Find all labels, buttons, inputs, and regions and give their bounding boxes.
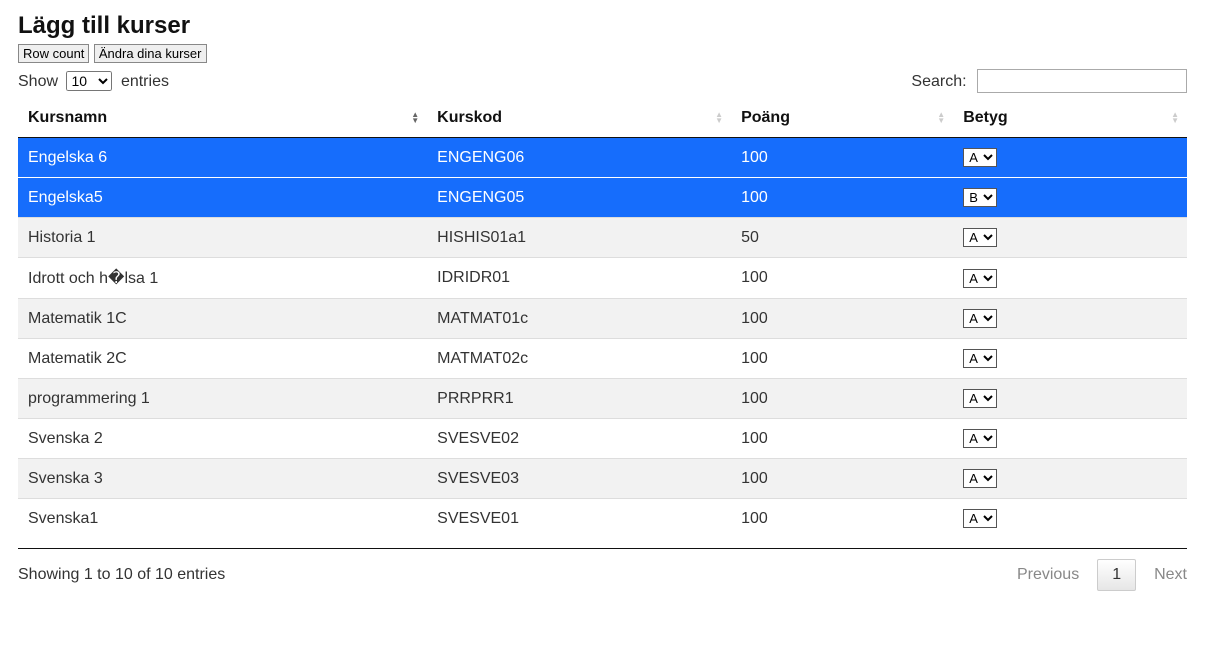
- cell-grade: ABCDEF: [953, 299, 1187, 339]
- col-header-code-label: Kurskod: [437, 109, 502, 126]
- table-row[interactable]: Svenska 3SVESVE03100 ABCDEF: [18, 459, 1187, 499]
- table-row[interactable]: Svenska 2SVESVE02100 ABCDEF: [18, 419, 1187, 459]
- search-control: Search:: [911, 69, 1187, 93]
- cell-grade: ABCDEF: [953, 459, 1187, 499]
- cell-code: SVESVE01: [427, 499, 731, 539]
- pager-page-current[interactable]: 1: [1097, 559, 1136, 591]
- col-header-grade[interactable]: Betyg ▲▼: [953, 99, 1187, 138]
- length-suffix: entries: [121, 73, 169, 90]
- cell-code: IDRIDR01: [427, 258, 731, 299]
- grade-select[interactable]: ABCDEF: [963, 309, 997, 328]
- cell-grade: ABCDEF: [953, 138, 1187, 178]
- cell-grade: ABCDEF: [953, 419, 1187, 459]
- grade-select[interactable]: ABCDEF: [963, 349, 997, 368]
- cell-code: PRRPRR1: [427, 379, 731, 419]
- search-label: Search:: [911, 73, 966, 90]
- cell-grade: ABCDEF: [953, 218, 1187, 258]
- table-bottom-bar: Showing 1 to 10 of 10 entries Previous 1…: [18, 548, 1187, 591]
- col-header-grade-label: Betyg: [963, 109, 1007, 126]
- row-count-button[interactable]: Row count: [18, 44, 89, 63]
- grade-select[interactable]: ABCDEF: [963, 188, 997, 207]
- cell-grade: ABCDEF: [953, 499, 1187, 539]
- cell-grade: ABCDEF: [953, 178, 1187, 218]
- grade-select[interactable]: ABCDEF: [963, 148, 997, 167]
- grade-select[interactable]: ABCDEF: [963, 469, 997, 488]
- grade-select[interactable]: ABCDEF: [963, 429, 997, 448]
- table-row[interactable]: Engelska 6ENGENG06100 ABCDEF: [18, 138, 1187, 178]
- length-control: Show 102550100 entries: [18, 71, 169, 91]
- cell-points: 50: [731, 218, 953, 258]
- grade-select[interactable]: ABCDEF: [963, 269, 997, 288]
- cell-grade: ABCDEF: [953, 258, 1187, 299]
- cell-name: Svenska1: [18, 499, 427, 539]
- pager-previous[interactable]: Previous: [1017, 566, 1079, 584]
- cell-name: Engelska 6: [18, 138, 427, 178]
- sort-icon: ▲▼: [715, 112, 723, 124]
- grade-select[interactable]: ABCDEF: [963, 509, 997, 528]
- table-row[interactable]: Engelska5ENGENG05100 ABCDEF: [18, 178, 1187, 218]
- cell-code: ENGENG06: [427, 138, 731, 178]
- cell-name: Svenska 3: [18, 459, 427, 499]
- col-header-points-label: Poäng: [741, 109, 790, 126]
- cell-points: 100: [731, 138, 953, 178]
- sort-icon: ▲▼: [411, 112, 419, 124]
- table-row[interactable]: Svenska1SVESVE01100 ABCDEF: [18, 499, 1187, 539]
- cell-grade: ABCDEF: [953, 379, 1187, 419]
- cell-grade: ABCDEF: [953, 339, 1187, 379]
- pager: Previous 1 Next: [1017, 559, 1187, 591]
- cell-name: Idrott och h�lsa 1: [18, 258, 427, 299]
- edit-courses-button[interactable]: Ändra dina kurser: [94, 44, 207, 63]
- cell-code: SVESVE02: [427, 419, 731, 459]
- sort-icon: ▲▼: [937, 112, 945, 124]
- cell-points: 100: [731, 258, 953, 299]
- cell-name: Matematik 1C: [18, 299, 427, 339]
- cell-code: SVESVE03: [427, 459, 731, 499]
- table-row[interactable]: Matematik 1CMATMAT01c100 ABCDEF: [18, 299, 1187, 339]
- cell-points: 100: [731, 499, 953, 539]
- action-buttons: Row count Ändra dina kurser: [18, 44, 1187, 63]
- table-top-controls: Show 102550100 entries Search:: [18, 69, 1187, 93]
- col-header-name-label: Kursnamn: [28, 109, 107, 126]
- cell-code: MATMAT01c: [427, 299, 731, 339]
- table-info-text: Showing 1 to 10 of 10 entries: [18, 566, 225, 584]
- page-title: Lägg till kurser: [18, 12, 1187, 40]
- grade-select[interactable]: ABCDEF: [963, 389, 997, 408]
- cell-name: Svenska 2: [18, 419, 427, 459]
- cell-points: 100: [731, 299, 953, 339]
- col-header-code[interactable]: Kurskod ▲▼: [427, 99, 731, 138]
- cell-code: MATMAT02c: [427, 339, 731, 379]
- cell-name: programmering 1: [18, 379, 427, 419]
- length-prefix: Show: [18, 73, 58, 90]
- cell-code: HISHIS01a1: [427, 218, 731, 258]
- cell-name: Historia 1: [18, 218, 427, 258]
- col-header-points[interactable]: Poäng ▲▼: [731, 99, 953, 138]
- cell-name: Engelska5: [18, 178, 427, 218]
- table-row[interactable]: Historia 1HISHIS01a150 ABCDEF: [18, 218, 1187, 258]
- cell-points: 100: [731, 459, 953, 499]
- table-body: Engelska 6ENGENG06100ABCDEFEngelska5ENGE…: [18, 138, 1187, 539]
- pager-next[interactable]: Next: [1154, 566, 1187, 584]
- grade-select[interactable]: ABCDEF: [963, 228, 997, 247]
- cell-points: 100: [731, 379, 953, 419]
- search-input[interactable]: [977, 69, 1187, 93]
- courses-table: Kursnamn ▲▼ Kurskod ▲▼ Poäng ▲▼ Betyg ▲▼…: [18, 99, 1187, 538]
- cell-points: 100: [731, 419, 953, 459]
- table-row[interactable]: Matematik 2CMATMAT02c100 ABCDEF: [18, 339, 1187, 379]
- table-row[interactable]: Idrott och h�lsa 1IDRIDR01100 ABCDEF: [18, 258, 1187, 299]
- col-header-name[interactable]: Kursnamn ▲▼: [18, 99, 427, 138]
- cell-points: 100: [731, 178, 953, 218]
- cell-name: Matematik 2C: [18, 339, 427, 379]
- table-row[interactable]: programmering 1PRRPRR1100 ABCDEF: [18, 379, 1187, 419]
- sort-icon: ▲▼: [1171, 112, 1179, 124]
- cell-code: ENGENG05: [427, 178, 731, 218]
- length-select[interactable]: 102550100: [66, 71, 112, 91]
- cell-points: 100: [731, 339, 953, 379]
